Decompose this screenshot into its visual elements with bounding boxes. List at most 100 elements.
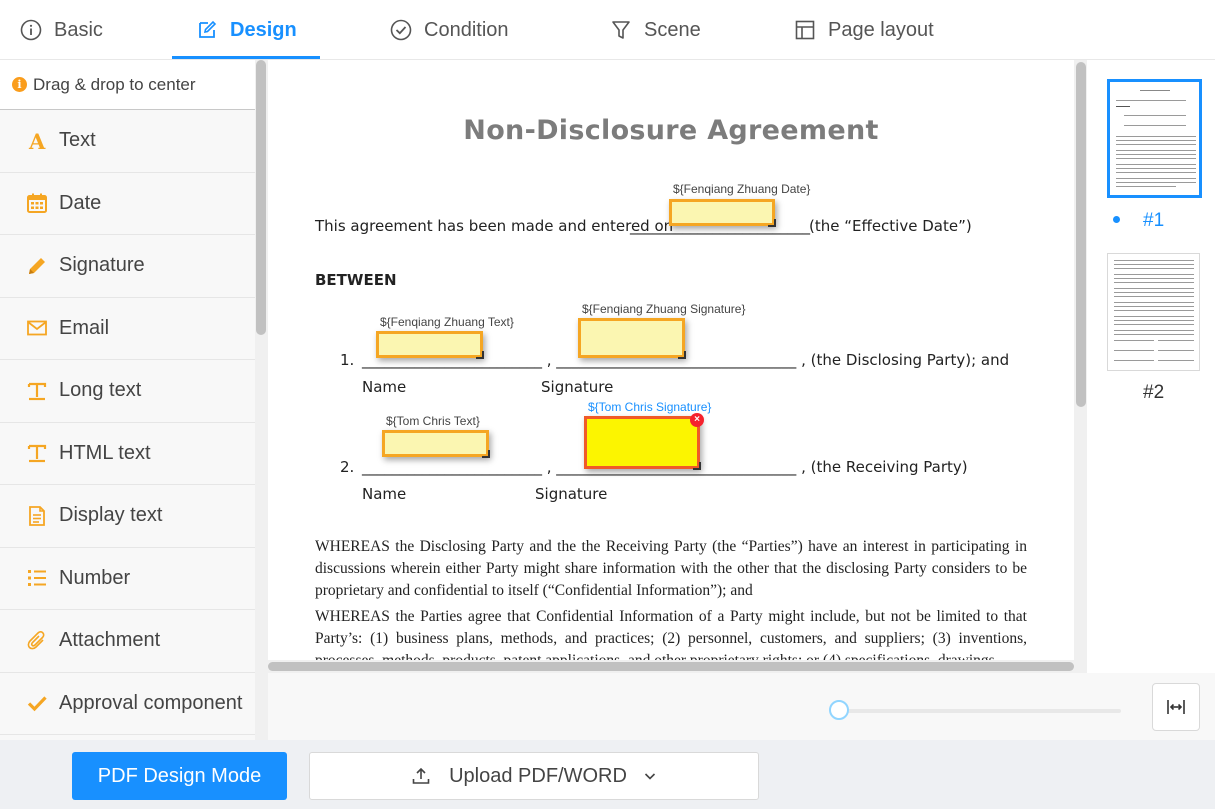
page-thumbnail-2-label: #2 bbox=[1143, 382, 1165, 403]
pdf-design-mode-button[interactable]: PDF Design Mode bbox=[72, 752, 287, 800]
component-email-label: Email bbox=[59, 316, 110, 339]
app-root: Basic Design Condition Scene Page layout… bbox=[0, 0, 1215, 809]
fit-width-icon bbox=[1167, 700, 1185, 714]
info-icon: i bbox=[12, 77, 27, 92]
thumb-line bbox=[1116, 158, 1196, 159]
date-field-fenqiang[interactable] bbox=[669, 199, 776, 227]
component-display-text-label: Display text bbox=[59, 504, 163, 527]
component-panel-scrollbar[interactable] bbox=[255, 60, 268, 740]
tab-condition[interactable]: Condition bbox=[390, 0, 509, 60]
intro-text: This agreement has been made and entered… bbox=[315, 217, 674, 235]
component-display-text[interactable]: Display text bbox=[0, 485, 255, 548]
tab-page-layout[interactable]: Page layout bbox=[794, 0, 934, 60]
active-tab-indicator bbox=[172, 56, 320, 59]
upload-pdf-word-button[interactable]: Upload PDF/WORD bbox=[309, 752, 759, 800]
document-page[interactable]: Non-Disclosure Agreement This agreement … bbox=[268, 60, 1074, 660]
tab-scene[interactable]: Scene bbox=[610, 0, 701, 60]
layout-icon bbox=[795, 20, 815, 40]
tab-basic[interactable]: Basic bbox=[20, 0, 103, 60]
thumb-line bbox=[1114, 306, 1194, 307]
thumb-line bbox=[1114, 264, 1194, 265]
chevron-down-icon bbox=[644, 773, 655, 780]
svg-text:A: A bbox=[28, 130, 46, 152]
calendar-icon bbox=[25, 191, 49, 215]
component-attachment-label: Attachment bbox=[59, 629, 161, 652]
thumb-line bbox=[1116, 164, 1196, 165]
thumb-line bbox=[1114, 288, 1194, 289]
intro-effective-date: (the “Effective Date”) bbox=[809, 217, 972, 235]
component-signature[interactable]: Signature bbox=[0, 235, 255, 298]
party1-name-label: Name bbox=[362, 378, 407, 396]
upload-icon bbox=[412, 767, 430, 784]
component-text[interactable]: A Text bbox=[0, 110, 255, 173]
resize-handle[interactable] bbox=[768, 219, 776, 227]
signature-field-fenqiang[interactable] bbox=[578, 318, 686, 359]
field-label-tom-signature: ${Tom Chris Signature} bbox=[588, 400, 712, 414]
signature-field-tom-selected[interactable] bbox=[584, 416, 701, 470]
party2-number: 2. bbox=[340, 458, 355, 476]
component-approval[interactable]: Approval component bbox=[0, 672, 255, 735]
thumb-title-line bbox=[1140, 90, 1170, 91]
page-thumbnail-2[interactable] bbox=[1107, 253, 1200, 371]
list-ordered-icon bbox=[25, 566, 49, 590]
thumb-line bbox=[1124, 115, 1186, 116]
thumb-line bbox=[1114, 260, 1194, 261]
resize-handle[interactable] bbox=[476, 351, 484, 359]
drag-hint-text: Drag & drop to center bbox=[33, 74, 196, 94]
page-thumbnail-1[interactable] bbox=[1107, 79, 1202, 198]
component-date[interactable]: Date bbox=[0, 172, 255, 235]
resize-handle[interactable] bbox=[482, 450, 490, 458]
thumb-line bbox=[1114, 278, 1194, 279]
canvas-vertical-scrollbar[interactable] bbox=[1075, 60, 1087, 673]
field-label-fenqiang-date: ${Fenqiang Zhuang Date} bbox=[673, 182, 811, 196]
party1-number: 1. bbox=[340, 351, 355, 369]
component-text-label: Text bbox=[59, 129, 96, 152]
component-html-text[interactable]: HTML text bbox=[0, 422, 255, 485]
fit-width-button[interactable] bbox=[1152, 683, 1200, 731]
canvas-horizontal-scroll-thumb[interactable] bbox=[268, 662, 1074, 671]
tab-design[interactable]: Design bbox=[196, 0, 297, 60]
design-canvas: Non-Disclosure Agreement This agreement … bbox=[268, 60, 1087, 673]
field-label-fenqiang-signature: ${Fenqiang Zhuang Signature} bbox=[582, 302, 746, 316]
component-long-text[interactable]: Long text bbox=[0, 360, 255, 423]
thumb-line bbox=[1116, 144, 1196, 145]
thumb-line bbox=[1116, 106, 1130, 107]
text-field-tom[interactable] bbox=[382, 430, 490, 458]
zoom-slider-handle[interactable] bbox=[829, 700, 849, 720]
remove-field-close-icon[interactable]: × bbox=[690, 413, 704, 427]
document-title: Non-Disclosure Agreement bbox=[463, 115, 879, 146]
thumb-line bbox=[1124, 125, 1186, 126]
thumb-line bbox=[1114, 334, 1194, 335]
paperclip-icon bbox=[25, 629, 49, 653]
component-email[interactable]: Email bbox=[0, 297, 255, 360]
thumb-line bbox=[1114, 296, 1194, 297]
canvas-horizontal-scrollbar[interactable] bbox=[268, 660, 1074, 673]
html-text-icon bbox=[25, 441, 49, 465]
upload-button-label: Upload PDF/WORD bbox=[449, 764, 627, 787]
component-attachment[interactable]: Attachment bbox=[0, 610, 255, 673]
thumb-line bbox=[1116, 136, 1196, 137]
component-number[interactable]: Number bbox=[0, 547, 255, 610]
component-approval-label: Approval component bbox=[59, 691, 243, 714]
thumb-line bbox=[1116, 140, 1196, 141]
zoom-bar bbox=[268, 673, 1215, 740]
current-page-dot bbox=[1113, 216, 1120, 223]
component-panel-scroll-thumb[interactable] bbox=[256, 60, 266, 335]
thumb-line bbox=[1114, 350, 1154, 351]
resize-handle[interactable] bbox=[693, 462, 701, 470]
text-field-fenqiang[interactable] bbox=[376, 331, 484, 359]
component-html-text-label: HTML text bbox=[59, 441, 151, 464]
canvas-vertical-scroll-thumb[interactable] bbox=[1076, 62, 1086, 407]
component-panel: i Drag & drop to center A Text Date Sign… bbox=[0, 60, 255, 740]
filter-icon bbox=[612, 21, 630, 39]
thumb-line bbox=[1114, 292, 1194, 293]
thumb-line bbox=[1114, 316, 1194, 317]
component-signature-label: Signature bbox=[59, 254, 145, 277]
thumb-line bbox=[1116, 178, 1196, 179]
thumb-line bbox=[1114, 274, 1194, 275]
file-text-icon bbox=[25, 504, 49, 528]
thumb-line bbox=[1116, 100, 1186, 101]
thumb-line bbox=[1114, 282, 1194, 283]
resize-handle[interactable] bbox=[678, 351, 686, 359]
zoom-slider-track[interactable] bbox=[839, 709, 1121, 713]
